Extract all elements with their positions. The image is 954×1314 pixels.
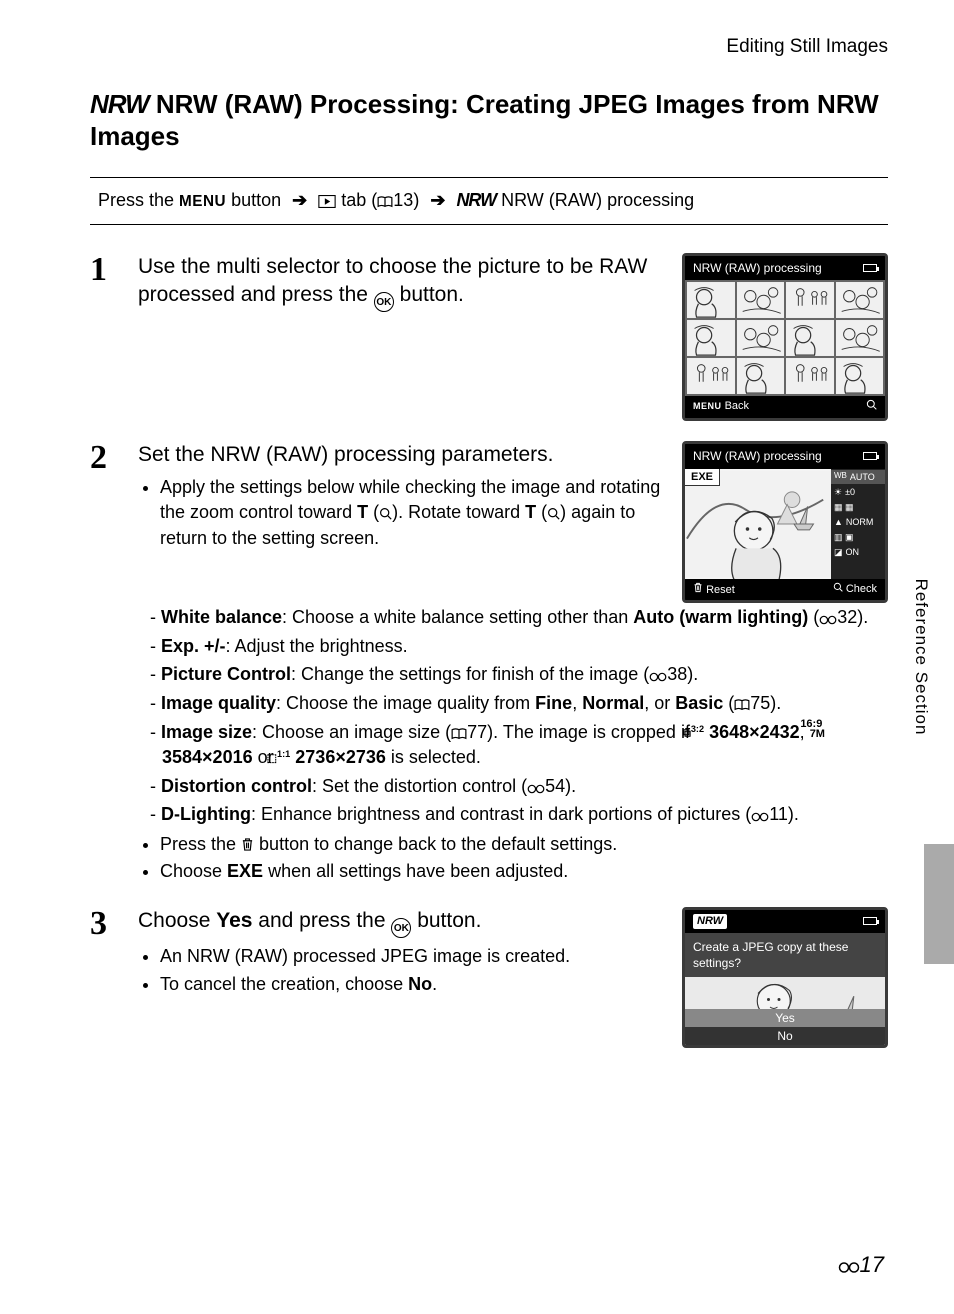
ref-icon (527, 784, 545, 794)
page-title: NRW NRW (RAW) Processing: Creating JPEG … (90, 88, 888, 153)
param-d-lighting: D-Lighting: Enhance brightness and contr… (150, 802, 888, 828)
param-distortion: Distortion control: Set the distortion c… (150, 774, 888, 800)
ratio-3-2-icon: ⧉3:2 (695, 725, 704, 740)
manual-ref-icon (451, 728, 467, 740)
side-thumb-tab (924, 844, 954, 964)
nrw-badge: NRW (693, 914, 727, 929)
manual-ref-icon (734, 699, 750, 711)
section-heading: Editing Still Images (90, 34, 888, 60)
magnify-icon (547, 507, 560, 520)
param-wb: WB AUTO (831, 470, 885, 484)
reset-label: Reset (706, 584, 735, 596)
step-2-exe-note: Choose EXE when all settings have been a… (160, 859, 888, 885)
trash-icon (241, 837, 254, 852)
step-number: 3 (90, 907, 120, 1048)
param-image-size: Image size: Choose an image size (77). T… (150, 720, 888, 771)
step-2-head: Set the NRW (RAW) processing parameters. (138, 441, 664, 468)
param-dl: ◪ ON (834, 546, 882, 558)
camera-screen-confirm: NRW Create a JPEG copy at these settings… (682, 907, 888, 1048)
trash-icon (693, 582, 703, 593)
side-section-label: Reference Section (909, 579, 932, 736)
battery-icon (863, 264, 877, 272)
param-picture-control: Picture Control: Change the settings for… (150, 662, 888, 688)
page-number: 17 (838, 1250, 884, 1280)
ok-button-icon: OK (391, 918, 411, 938)
nrw-icon: NRW (90, 88, 149, 121)
playback-tab-icon (318, 195, 336, 208)
ref-icon (649, 672, 667, 682)
battery-icon (863, 452, 877, 460)
confirm-no: No (685, 1027, 885, 1045)
step-1-text: Use the multi selector to choose the pic… (138, 253, 664, 312)
step-3-head: Choose Yes and press the OK button. (138, 907, 664, 939)
ratio-1-1-icon: ⬚1:1 (279, 750, 291, 765)
step-3-bullet: An NRW (RAW) processed JPEG image is cre… (160, 944, 664, 970)
confirm-yes: Yes (685, 1009, 885, 1027)
step-2-bullet: Apply the settings below while checking … (160, 475, 664, 552)
ratio-16-9-icon: 16:97M (810, 720, 825, 740)
magnify-icon (833, 582, 843, 592)
breadcrumb: Press the MENU button ➔ tab (13) ➔ NRW N… (90, 177, 888, 226)
step-number: 2 (90, 441, 120, 887)
param-exp: ☀ ±0 (834, 486, 882, 498)
lcd-title-text: NRW (RAW) processing (693, 448, 822, 464)
step-2-reset-note: Press the button to change back to the d… (160, 832, 888, 858)
zoom-icon (866, 399, 877, 415)
lcd-title-text: NRW (RAW) processing (693, 260, 822, 276)
menu-button-label: MENU (179, 193, 226, 210)
step-number: 1 (90, 253, 120, 421)
param-size: ▥ ▣ (834, 531, 882, 543)
step-3-bullet: To cancel the creation, choose No. (160, 972, 664, 998)
battery-icon (863, 917, 877, 925)
param-pc: ▦ ▦ (834, 501, 882, 513)
camera-screen-params: NRW (RAW) processing EXE (682, 441, 888, 603)
ref-icon (819, 615, 837, 625)
param-exposure: Exp. +/-: Adjust the brightness. (150, 634, 888, 660)
param-white-balance: White balance: Choose a white balance se… (150, 605, 888, 631)
manual-ref-icon (377, 196, 393, 208)
ref-icon (838, 1261, 860, 1274)
ref-icon (751, 812, 769, 822)
nrw-icon: NRW (456, 188, 496, 212)
magnify-icon (379, 507, 392, 520)
confirm-message: Create a JPEG copy at these settings? (685, 933, 885, 977)
camera-screen-thumbnails: NRW (RAW) processing (682, 253, 888, 421)
lcd-back-label: Back (725, 400, 749, 412)
check-label: Check (846, 583, 877, 595)
param-image-quality: Image quality: Choose the image quality … (150, 691, 888, 717)
exe-button: EXE (685, 469, 720, 487)
ok-button-icon: OK (374, 292, 394, 312)
param-norm: ▲ NORM (834, 516, 882, 528)
